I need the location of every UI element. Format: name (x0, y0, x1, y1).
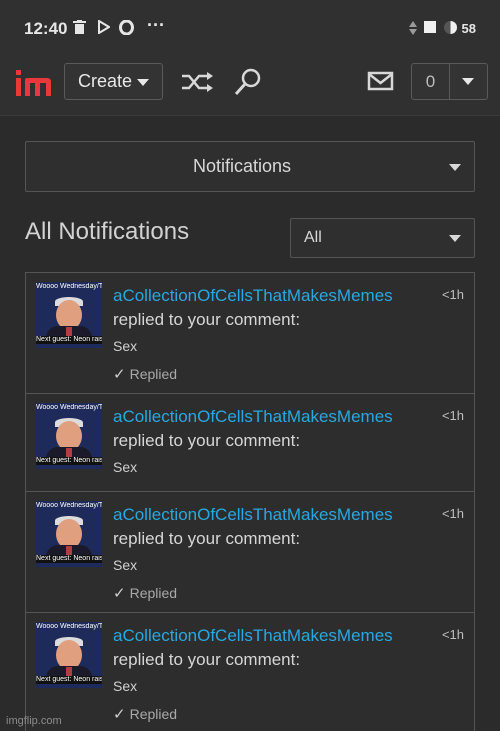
username-link[interactable]: aCollectionOfCellsThatMakesMemes (113, 407, 393, 427)
username-link[interactable]: aCollectionOfCellsThatMakesMemes (113, 286, 393, 306)
notification-action: replied to your comment: (113, 529, 301, 548)
username-link[interactable]: aCollectionOfCellsThatMakesMemes (113, 505, 393, 525)
replied-label: Replied (129, 585, 178, 601)
notification-action: replied to your comment: (113, 310, 301, 329)
notifications-select[interactable]: Notifications (25, 141, 475, 192)
timestamp: <1h (441, 408, 464, 423)
thumb-caption-top: Woooo Wednesday/Th evening/morning ever (36, 502, 102, 509)
shuffle-icon[interactable] (180, 67, 213, 97)
notifications-select-label: Notifications (192, 156, 292, 176)
thumb-caption-bottom: Next guest: Neon raise (36, 555, 102, 563)
thumb-caption-top: Woooo Wednesday/Th evening/morning ever (36, 283, 102, 290)
thumb-caption-bottom: Next guest: Neon raise (36, 336, 102, 344)
comment-text: Sex (113, 678, 138, 694)
more-dots-icon: ··· (147, 15, 165, 35)
checkmark-icon: ✓ (113, 585, 126, 602)
comment-text: Sex (113, 338, 138, 354)
wifi-square-icon (423, 20, 437, 38)
checkmark-icon: ✓ (113, 366, 126, 383)
notification-count-dropdown[interactable]: 0 (411, 63, 488, 100)
username-link[interactable]: aCollectionOfCellsThatMakesMemes (113, 626, 393, 646)
notification-item[interactable]: Woooo Wednesday/Th evening/morning ever … (26, 613, 474, 731)
thumb-caption-bottom: Next guest: Neon raise (36, 457, 102, 465)
imgflip-watermark: imgflip.com (6, 715, 62, 727)
thumb-caption-top: Woooo Wednesday/Th evening/morning ever (36, 404, 102, 411)
create-button[interactable]: Create (64, 63, 163, 100)
divider (449, 64, 450, 99)
status-bar: 12:40 ··· 58 (0, 0, 500, 58)
notification-item[interactable]: Woooo Wednesday/Th evening/morning ever … (26, 273, 474, 394)
comment-text: Sex (113, 557, 138, 573)
opera-icon (119, 19, 134, 39)
battery-icon (443, 20, 458, 39)
chevron-down-icon (462, 78, 474, 85)
play-icon (98, 19, 111, 38)
meme-thumbnail[interactable]: Woooo Wednesday/Th evening/morning ever … (36, 403, 102, 469)
comment-text: Sex (113, 459, 138, 475)
checkmark-icon: ✓ (113, 706, 126, 723)
battery-level: 58 (461, 21, 476, 36)
notification-action: replied to your comment: (113, 431, 301, 450)
signal-icon (408, 20, 418, 40)
notification-item[interactable]: Woooo Wednesday/Th evening/morning ever … (26, 492, 474, 613)
chevron-down-icon (137, 79, 149, 86)
notification-action: replied to your comment: (113, 650, 301, 669)
filter-select[interactable]: All (290, 218, 475, 258)
notification-count: 0 (425, 72, 436, 91)
timestamp: <1h (441, 627, 464, 642)
app-header: Create 0 (0, 58, 500, 116)
search-icon[interactable] (233, 67, 265, 97)
imgflip-logo[interactable] (14, 68, 54, 102)
replied-status: ✓ Replied (113, 705, 177, 723)
thumb-caption-bottom: Next guest: Neon raise (36, 676, 102, 684)
timestamp: <1h (441, 506, 464, 521)
status-time: 12:40 (24, 19, 68, 38)
meme-thumbnail[interactable]: Woooo Wednesday/Th evening/morning ever … (36, 622, 102, 688)
replied-label: Replied (129, 706, 178, 722)
timestamp: <1h (441, 287, 464, 302)
trash-icon (73, 20, 86, 39)
replied-label: Replied (129, 366, 178, 382)
replied-status: ✓ Replied (113, 584, 177, 602)
filter-select-value: All (304, 229, 322, 246)
page-title: All Notifications (25, 218, 190, 245)
chevron-down-icon (449, 235, 461, 242)
thumb-caption-top: Woooo Wednesday/Th evening/morning ever (36, 623, 102, 630)
notification-list: Woooo Wednesday/Th evening/morning ever … (25, 272, 475, 731)
chevron-down-icon (449, 164, 461, 171)
mail-icon[interactable] (367, 71, 399, 101)
meme-thumbnail[interactable]: Woooo Wednesday/Th evening/morning ever … (36, 501, 102, 567)
create-button-label: Create (78, 71, 133, 91)
replied-status: ✓ Replied (113, 365, 177, 383)
notification-item[interactable]: Woooo Wednesday/Th evening/morning ever … (26, 394, 474, 492)
meme-thumbnail[interactable]: Woooo Wednesday/Th evening/morning ever … (36, 282, 102, 348)
